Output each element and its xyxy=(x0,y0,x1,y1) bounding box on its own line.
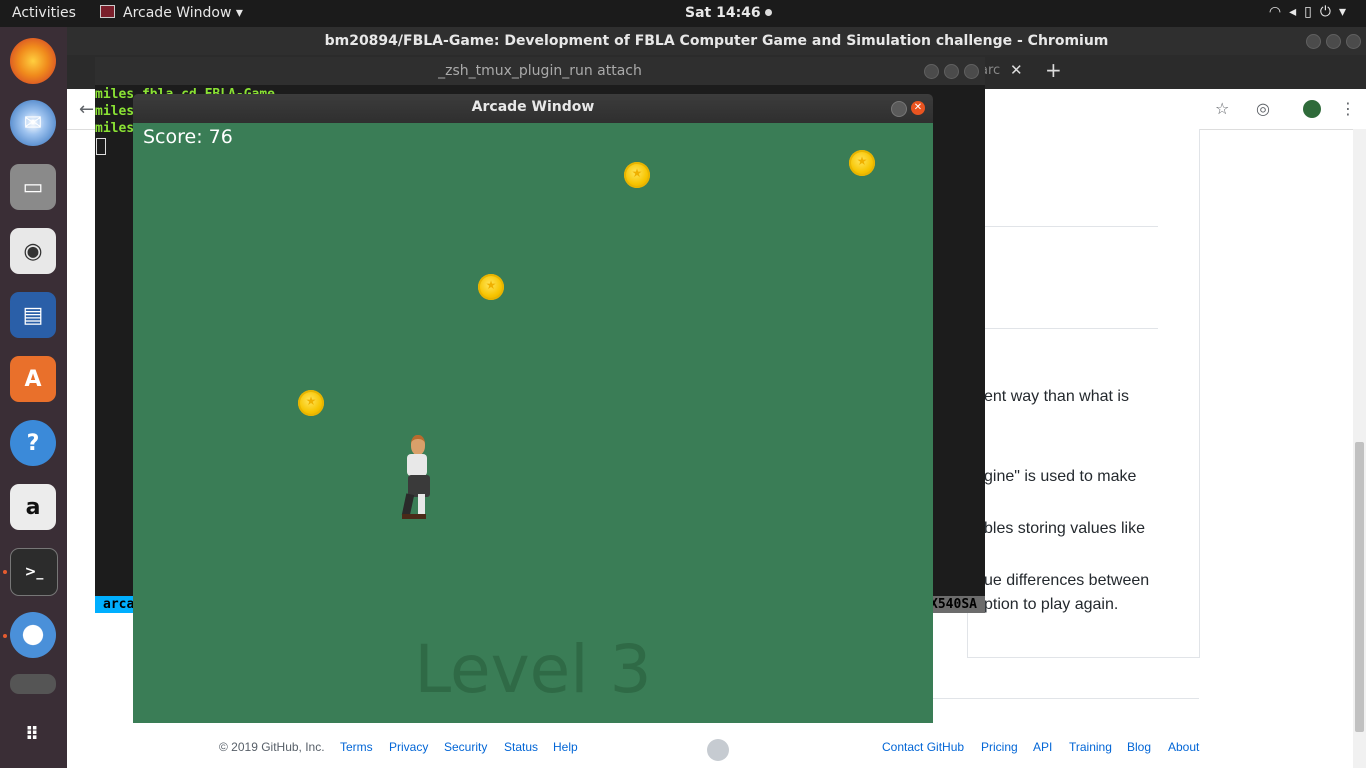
app-menu[interactable]: Arcade Window ▾ xyxy=(100,5,243,21)
extension-icon[interactable]: ◎ xyxy=(1256,99,1270,118)
footer-link-training[interactable]: Training xyxy=(1069,740,1112,754)
chromium-title: bm20894/FBLA-Game: Development of FBLA C… xyxy=(67,27,1366,55)
maximize-icon[interactable] xyxy=(1326,34,1341,49)
arcade-window: Arcade Window ✕ Score: 76 ★ ★ ★ ★ Level … xyxy=(133,94,933,723)
footer-link-pricing[interactable]: Pricing xyxy=(981,740,1018,754)
files-icon[interactable]: ▭ xyxy=(10,164,56,210)
terminal-minimize-icon[interactable] xyxy=(924,64,939,79)
footer-link-terms[interactable]: Terms xyxy=(340,740,373,754)
coin: ★ xyxy=(624,162,650,188)
back-icon[interactable]: ← xyxy=(79,99,94,120)
player-head xyxy=(411,435,425,455)
chromium-icon[interactable] xyxy=(10,612,56,658)
minimize-icon[interactable] xyxy=(1306,34,1321,49)
menu-icon[interactable]: ⋮ xyxy=(1340,99,1356,118)
footer-link-about[interactable]: About xyxy=(1168,740,1199,754)
profile-avatar-icon[interactable] xyxy=(1303,100,1321,118)
github-logo-icon[interactable] xyxy=(707,739,729,761)
rhythmbox-icon[interactable]: ◉ xyxy=(10,228,56,274)
coin-star-icon: ★ xyxy=(485,278,497,292)
github-footer: © 2019 GitHub, Inc. Terms Privacy Securi… xyxy=(67,739,1347,767)
notification-dot-icon xyxy=(764,9,772,16)
software-center-icon[interactable]: A xyxy=(10,356,56,402)
copyright: © 2019 GitHub, Inc. xyxy=(219,740,325,754)
divider xyxy=(985,226,1158,227)
footer-link-status[interactable]: Status xyxy=(504,740,538,754)
show-applications-icon[interactable]: ⠿ xyxy=(10,711,56,757)
bookmark-star-icon[interactable]: ☆ xyxy=(1215,99,1229,118)
coin-star-icon: ★ xyxy=(856,154,868,168)
app-menu-label: Arcade Window ▾ xyxy=(123,5,243,21)
close-icon[interactable] xyxy=(1346,34,1361,49)
tab-close-icon[interactable]: ✕ xyxy=(1010,61,1023,79)
footer-link-security[interactable]: Security xyxy=(444,740,487,754)
footer-link-blog[interactable]: Blog xyxy=(1127,740,1151,754)
footer-link-api[interactable]: API xyxy=(1033,740,1052,754)
terminal-cursor xyxy=(96,138,106,155)
score-label: Score: 76 xyxy=(143,126,233,148)
clock[interactable]: Sat 14:46 xyxy=(685,5,772,21)
coin: ★ xyxy=(478,274,504,300)
screenshot-icon[interactable] xyxy=(10,674,56,694)
level-label: Level 3 xyxy=(414,631,652,708)
terminal-line: miles xyxy=(95,121,135,136)
readme-text: bles storing values like xyxy=(984,520,1145,537)
terminal-close-icon[interactable] xyxy=(964,64,979,79)
readme-text: ption to play again. xyxy=(984,596,1119,613)
terminal-running-indicator xyxy=(3,570,7,574)
player-sprite xyxy=(400,432,436,522)
volume-icon: ◂ xyxy=(1289,4,1305,20)
coin-star-icon: ★ xyxy=(305,394,317,408)
scrollbar-thumb[interactable] xyxy=(1355,442,1364,732)
page-scrollbar[interactable] xyxy=(1353,129,1366,768)
activities-button[interactable]: Activities xyxy=(12,5,76,21)
thunderbird-icon[interactable]: ✉ xyxy=(10,100,56,146)
footer-link-help[interactable]: Help xyxy=(553,740,578,754)
player-leg xyxy=(418,494,425,514)
coin: ★ xyxy=(849,150,875,176)
readme-text: ue differences between xyxy=(984,572,1150,589)
coin: ★ xyxy=(298,390,324,416)
player-shoes xyxy=(402,514,426,519)
arcade-app-icon xyxy=(100,5,115,18)
writer-icon[interactable]: ▤ xyxy=(10,292,56,338)
footer-link-contact[interactable]: Contact GitHub xyxy=(882,740,964,754)
firefox-icon[interactable] xyxy=(10,38,56,84)
arcade-title: Arcade Window xyxy=(133,94,933,123)
readme-text: ent way than what is xyxy=(984,388,1129,405)
top-bar: Activities Arcade Window ▾ Sat 14:46 ◠◂▯… xyxy=(0,0,1366,27)
amazon-icon[interactable]: a xyxy=(10,484,56,530)
clock-label: Sat 14:46 xyxy=(685,5,761,21)
terminal-title: _zsh_tmux_plugin_run attach xyxy=(95,57,985,85)
readme-text: gine" is used to make xyxy=(984,468,1137,485)
help-icon[interactable]: ? xyxy=(10,420,56,466)
new-tab-icon[interactable]: + xyxy=(1045,58,1062,82)
player-shirt xyxy=(407,454,427,476)
footer-link-privacy[interactable]: Privacy xyxy=(389,740,428,754)
system-menu[interactable]: ◠◂▯⏻▾ xyxy=(1269,4,1354,20)
divider xyxy=(985,328,1158,329)
arcade-minimize-icon[interactable] xyxy=(891,101,907,117)
dock: ✉ ▭ ◉ ▤ A ? a >_ ⠿ xyxy=(0,27,67,768)
terminal-icon[interactable]: >_ xyxy=(10,548,58,596)
coin-star-icon: ★ xyxy=(631,166,643,180)
terminal-line: miles xyxy=(95,104,135,119)
power-icon: ⏻▾ xyxy=(1319,4,1354,20)
chromium-running-indicator xyxy=(3,634,7,638)
terminal-maximize-icon[interactable] xyxy=(944,64,959,79)
battery-icon: ▯ xyxy=(1304,4,1320,20)
game-canvas[interactable]: Score: 76 ★ ★ ★ ★ Level 3 xyxy=(133,123,933,723)
wifi-icon: ◠ xyxy=(1268,4,1290,20)
arcade-close-icon[interactable]: ✕ xyxy=(911,101,925,115)
